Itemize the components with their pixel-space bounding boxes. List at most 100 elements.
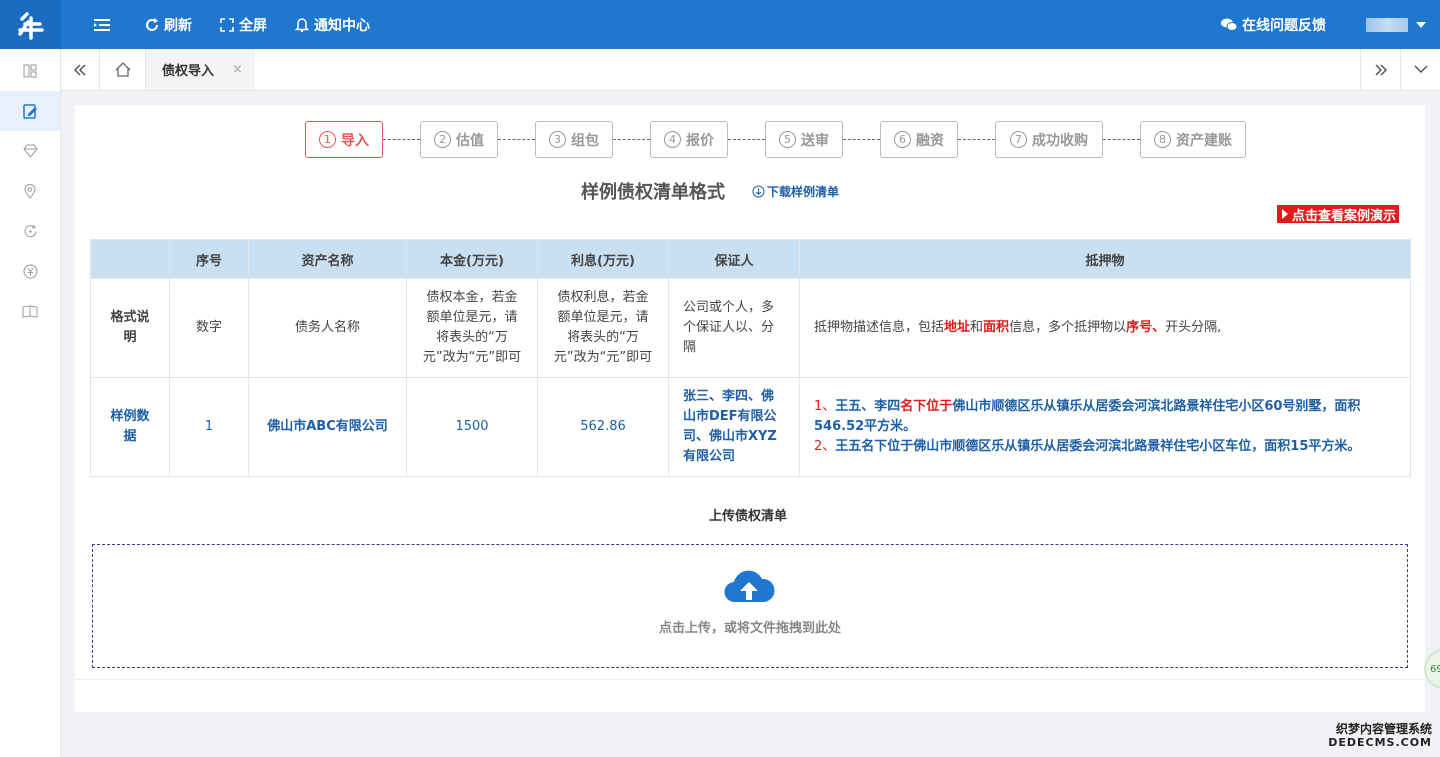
location-pin-icon bbox=[24, 183, 36, 199]
step-label: 估值 bbox=[456, 132, 484, 149]
edit-doc-icon bbox=[22, 103, 37, 119]
step-7[interactable]: 7 成功收购 bbox=[995, 121, 1103, 158]
notification-label: 通知中心 bbox=[314, 17, 370, 34]
app-logo[interactable] bbox=[0, 0, 61, 49]
step-label: 送审 bbox=[801, 132, 829, 149]
sidebar-item-finance[interactable] bbox=[0, 251, 60, 291]
close-icon[interactable]: × bbox=[232, 62, 243, 77]
table-cell: 债权利息，若金额单位是元，请将表头的“万元”改为“元”即可 bbox=[537, 278, 669, 378]
tab-options-button[interactable] bbox=[1400, 49, 1440, 90]
column-header bbox=[90, 239, 170, 279]
tab-label: 债权导入 bbox=[162, 64, 215, 79]
fullscreen-icon bbox=[220, 17, 234, 32]
double-chevron-right-icon bbox=[1374, 63, 1387, 76]
step-connector bbox=[383, 139, 420, 140]
tab-scroll-left-button[interactable] bbox=[61, 49, 100, 90]
tab-home[interactable] bbox=[100, 49, 146, 90]
cloud-upload-icon bbox=[724, 570, 775, 603]
online-feedback-button[interactable]: 在线问题反馈 bbox=[1221, 15, 1326, 35]
step-3[interactable]: 3 组包 bbox=[535, 121, 613, 158]
step-label: 融资 bbox=[916, 132, 944, 149]
tab-debt-import[interactable]: 债权导入 × bbox=[146, 49, 255, 90]
table-row-format: 格式说明 数字 债务人名称 债权本金，若金额单位是元，请将表头的“万元”改为“元… bbox=[90, 278, 1411, 378]
download-icon bbox=[752, 185, 765, 198]
logo-icon bbox=[17, 11, 44, 40]
watermark: 织梦内容管理系统 DEDECMS.COM bbox=[1328, 723, 1432, 750]
step-2[interactable]: 2 估值 bbox=[420, 121, 498, 158]
highlight-area: 面积 bbox=[983, 320, 1010, 335]
text: 名下位于 bbox=[900, 399, 953, 414]
download-sample-link[interactable]: 下载样例清单 bbox=[752, 183, 839, 200]
notification-center-button[interactable]: 通知中心 bbox=[295, 15, 370, 35]
row-label: 样例数据 bbox=[90, 377, 170, 477]
step-8[interactable]: 8 资产建账 bbox=[1140, 121, 1246, 158]
step-number-icon: 6 bbox=[894, 131, 911, 148]
view-demo-button[interactable]: 点击查看案例演示 bbox=[1277, 205, 1400, 224]
refresh-icon bbox=[146, 17, 158, 31]
step-1[interactable]: 1 导入 bbox=[305, 121, 383, 158]
sidebar-item-cycle[interactable] bbox=[0, 211, 60, 251]
column-header: 抵押物 bbox=[799, 239, 1411, 279]
table-cell: 债权本金，若金额单位是元，请将表头的“万元”改为“元”即可 bbox=[406, 278, 538, 378]
user-menu[interactable] bbox=[1366, 17, 1426, 32]
sidebar-item-valuation[interactable] bbox=[0, 131, 60, 171]
step-label: 成功收购 bbox=[1032, 132, 1088, 149]
step-label: 组包 bbox=[571, 132, 599, 149]
row-label: 格式说明 bbox=[90, 278, 170, 378]
menu-icon bbox=[94, 18, 110, 31]
fullscreen-button[interactable]: 全屏 bbox=[220, 15, 267, 35]
feedback-label: 在线问题反馈 bbox=[1242, 17, 1326, 34]
column-header: 序号 bbox=[169, 239, 249, 279]
collateral-line: 1、王五、李四名下位于佛山市顺德区乐从镇乐从居委会河滨北路景祥住宅小区60号别墅… bbox=[814, 397, 1396, 437]
tab-bar: 债权导入 × bbox=[61, 49, 1440, 91]
sidebar-item-debt-import[interactable] bbox=[0, 91, 60, 131]
text: 信息，多个抵押物以 bbox=[1009, 320, 1127, 335]
step-6[interactable]: 6 融资 bbox=[880, 121, 958, 158]
sidebar-item-dashboard[interactable] bbox=[0, 51, 60, 91]
step-5[interactable]: 5 送审 bbox=[765, 121, 843, 158]
sample-table: 序号 资产名称 本金(万元) 利息(万元) 保证人 抵押物 格式说明 数字 债务… bbox=[90, 239, 1411, 477]
caret-down-icon bbox=[1416, 21, 1426, 28]
tab-scroll-right-button[interactable] bbox=[1360, 49, 1400, 90]
step-4[interactable]: 4 报价 bbox=[650, 121, 728, 158]
table-cell: 1500 bbox=[406, 377, 538, 477]
table-cell: 数字 bbox=[169, 278, 249, 378]
home-icon bbox=[115, 62, 130, 77]
sample-title: 样例债权清单格式 bbox=[581, 182, 725, 203]
collateral-line: 2、王五名下位于佛山市顺德区乐从镇乐从居委会河滨北路景祥住宅小区车位，面积15平… bbox=[814, 437, 1396, 457]
upload-dropzone[interactable]: 点击上传，或将文件拖拽到此处 bbox=[92, 544, 1408, 668]
text: 王五名下位于佛山市顺德区乐从镇乐从居委会河滨北路景祥住宅小区车位，面积15平方米… bbox=[835, 439, 1361, 454]
refresh-label: 刷新 bbox=[164, 17, 192, 34]
column-header: 本金(万元) bbox=[406, 239, 538, 279]
table-cell: 张三、李四、佛山市DEF有限公司、佛山市XYZ有限公司 bbox=[668, 377, 800, 477]
text: 1、 bbox=[814, 399, 836, 414]
step-number-icon: 8 bbox=[1154, 131, 1171, 148]
download-label: 下载样例清单 bbox=[767, 185, 840, 199]
step-number-icon: 1 bbox=[319, 131, 336, 148]
menu-toggle-button[interactable] bbox=[87, 18, 117, 32]
step-connector bbox=[843, 139, 880, 140]
fullscreen-label: 全屏 bbox=[239, 17, 267, 34]
table-cell-collateral: 1、王五、李四名下位于佛山市顺德区乐从镇乐从居委会河滨北路景祥住宅小区60号别墅… bbox=[799, 377, 1411, 477]
step-label: 导入 bbox=[341, 132, 369, 149]
double-chevron-left-icon bbox=[73, 63, 86, 76]
step-number-icon: 7 bbox=[1010, 131, 1027, 148]
step-number-icon: 4 bbox=[664, 131, 681, 148]
highlight-address: 地址 bbox=[944, 320, 971, 335]
highlight-seq: 序号、 bbox=[1126, 320, 1166, 335]
sidebar-item-ledger[interactable] bbox=[0, 291, 60, 331]
upload-hint: 点击上传，或将文件拖拽到此处 bbox=[658, 621, 841, 636]
column-header: 资产名称 bbox=[248, 239, 407, 279]
step-connector bbox=[958, 139, 995, 140]
step-label: 报价 bbox=[686, 132, 714, 149]
step-number-icon: 3 bbox=[549, 131, 566, 148]
book-icon bbox=[22, 304, 38, 318]
floating-badge[interactable]: 69 bbox=[1424, 649, 1440, 689]
text: 和 bbox=[970, 320, 984, 335]
refresh-button[interactable]: 刷新 bbox=[145, 15, 192, 35]
text: 抵押物描述信息，包括 bbox=[814, 320, 945, 335]
diamond-icon bbox=[22, 144, 38, 158]
sidebar-item-location[interactable] bbox=[0, 171, 60, 211]
sidebar bbox=[0, 49, 61, 757]
yen-icon bbox=[23, 264, 37, 278]
